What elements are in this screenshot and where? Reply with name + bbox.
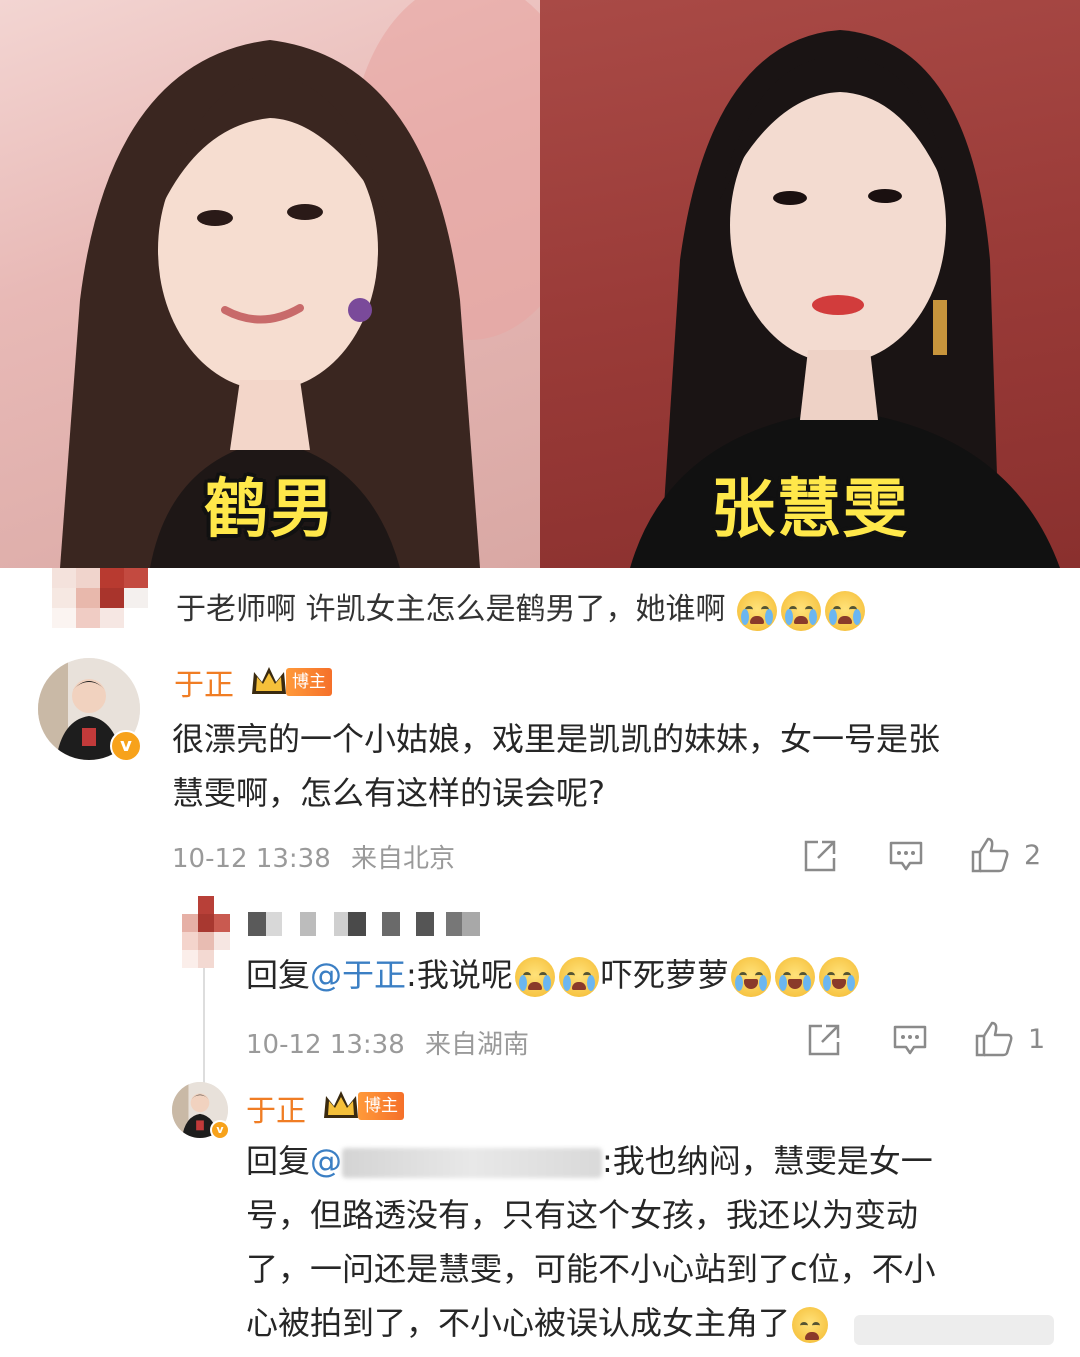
location: 来自北京: [351, 844, 456, 874]
top-comment-text: 于老师啊 许凯女主怎么是鹤男了，她谁啊: [176, 584, 867, 631]
watermark: [854, 1315, 1054, 1345]
photo-left[interactable]: 鹤男: [0, 0, 540, 568]
main-comment-line-2: 慧雯啊，怎么有这样的误会呢?: [172, 774, 605, 812]
reply-comment-1: 回复@于正:我说呢 吓死萝萝 10-12 13:38 来自湖南 1: [0, 890, 1080, 1080]
verified-badge-icon: v: [110, 730, 142, 762]
photo-banner: 鹤男 张慧雯: [0, 0, 1080, 568]
reply-2-line-2: 号，但路透没有，只有这个女孩，我还以为变动: [246, 1196, 919, 1234]
main-comment-meta: 10-12 13:38 来自北京: [172, 838, 455, 875]
host-badge: 博主: [358, 1092, 404, 1120]
share-icon[interactable]: [802, 838, 838, 874]
photo-right[interactable]: 张慧雯: [540, 0, 1080, 568]
crying-face-icon: [514, 957, 555, 997]
crown-icon: [252, 667, 286, 694]
username[interactable]: 于正: [174, 660, 234, 704]
comment-icon[interactable]: [888, 838, 924, 874]
reply-1-text: 回复@于正:我说呢 吓死萝萝: [246, 948, 1046, 1002]
reply-2-line-3: 了，一问还是慧雯，可能不小心站到了c位，不小: [246, 1250, 936, 1288]
verified-badge-icon: v: [210, 1120, 230, 1140]
crying-face-icon: [781, 590, 822, 631]
laughing-crying-face-icon: [818, 957, 859, 997]
timestamp: 10-12 13:38: [246, 1030, 405, 1060]
top-comment-body: 于老师啊 许凯女主怎么是鹤男了，她谁啊: [176, 592, 726, 627]
blurred-username: [248, 912, 480, 936]
blurred-mention-name: [342, 1148, 603, 1178]
username[interactable]: 于正: [246, 1086, 306, 1130]
laughing-crying-face-icon: [730, 957, 771, 997]
main-comment-line-1: 很漂亮的一个小姑娘，戏里是凯凯的妹妹，女一号是张: [172, 720, 941, 758]
mention-link[interactable]: @于正: [310, 956, 406, 994]
main-comment-text: 很漂亮的一个小姑娘，戏里是凯凯的妹妹，女一号是张 慧雯啊，怎么有这样的误会呢?: [172, 712, 1052, 820]
blurred-avatar: [52, 568, 148, 628]
like-count: 2: [1024, 840, 1042, 871]
reply-comment-2: v 于正 博主 回复@ :我也纳闷，慧雯是女一 号，但路透没有，只有这个女孩，我还…: [0, 1080, 1080, 1357]
crying-face-icon: [558, 957, 599, 997]
reply-2-line-1: 回复@ :我也纳闷，慧雯是女一: [246, 1134, 1046, 1188]
comment-icon[interactable]: [892, 1022, 928, 1058]
crying-face-icon: [737, 590, 778, 631]
reply-1-text-a: :我说呢: [406, 956, 513, 994]
photo-left-caption: 鹤男: [204, 473, 336, 547]
like-icon[interactable]: [974, 1020, 1014, 1058]
mention-link[interactable]: @: [310, 1142, 342, 1180]
reply-prefix: 回复: [246, 956, 311, 994]
crying-face-icon: [825, 590, 866, 631]
crown-icon: [324, 1091, 358, 1118]
blurred-avatar: [182, 896, 230, 968]
reply-1-text-b: 吓死萝萝: [600, 956, 729, 994]
like-icon[interactable]: [970, 836, 1010, 874]
photo-right-caption: 张慧雯: [711, 473, 909, 547]
reply-1-meta: 10-12 13:38 来自湖南: [246, 1024, 529, 1061]
host-badge: 博主: [286, 668, 332, 696]
laughing-crying-face-icon: [774, 957, 815, 997]
grimace-face-icon: [792, 1307, 829, 1343]
main-comment: v 于正 博主 很漂亮的一个小姑娘，戏里是凯凯的妹妹，女一号是张 慧雯啊，怎么有…: [0, 640, 1080, 890]
top-comment: 于老师啊 许凯女主怎么是鹤男了，她谁啊: [0, 568, 1080, 640]
reply-2-text-line-4: 心被拍到了，不小心被误认成女主角了: [246, 1304, 791, 1342]
reply-prefix: 回复: [246, 1142, 311, 1180]
reply-2-text-line-1: :我也纳闷，慧雯是女一: [602, 1142, 933, 1180]
like-count: 1: [1028, 1024, 1046, 1055]
timestamp: 10-12 13:38: [172, 844, 331, 874]
share-icon[interactable]: [806, 1022, 842, 1058]
location: 来自湖南: [425, 1030, 530, 1060]
